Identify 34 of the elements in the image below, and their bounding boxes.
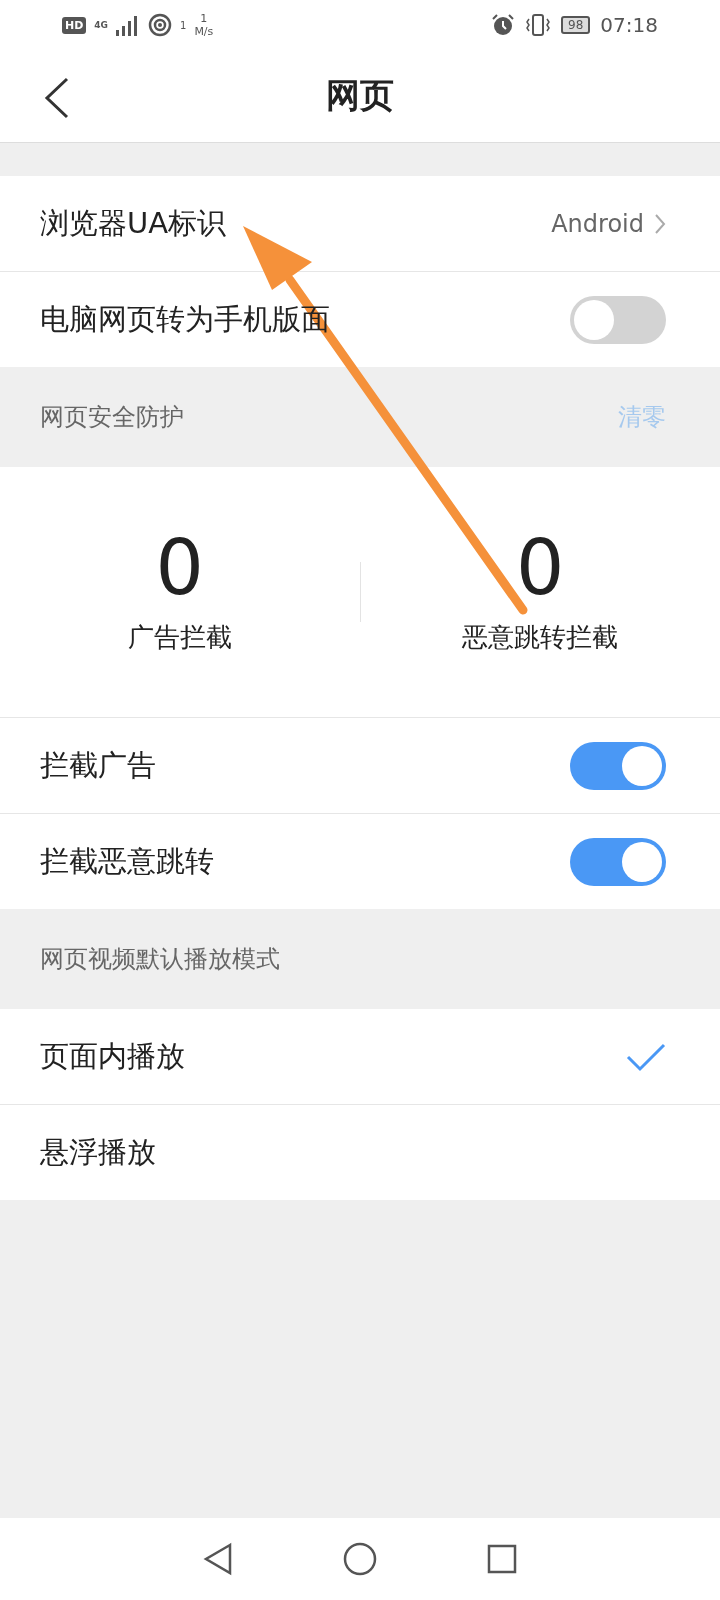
option-row[interactable]: 悬浮播放 xyxy=(0,1105,720,1200)
setting-label: 拦截广告 xyxy=(40,746,157,784)
setting-label: 拦截恶意跳转 xyxy=(40,842,215,880)
setting-value: Android xyxy=(551,209,644,238)
stat-label: 广告拦截 xyxy=(127,620,232,654)
stat-count: 0 xyxy=(516,529,565,606)
back-icon[interactable] xyxy=(44,77,70,119)
option-label: 页面内播放 xyxy=(40,1037,186,1075)
stat-count: 0 xyxy=(155,529,204,606)
vibrate-icon xyxy=(525,13,552,37)
battery-indicator: 98 xyxy=(561,16,591,34)
home-circle-icon[interactable] xyxy=(343,1542,377,1576)
toggle-switch[interactable] xyxy=(570,295,666,344)
back-triangle-icon[interactable] xyxy=(203,1542,233,1576)
signal-icon xyxy=(116,14,140,36)
speed-value: 1 xyxy=(200,12,208,25)
speed-unit: M/s xyxy=(194,25,214,38)
page-title: 网页 xyxy=(326,74,394,117)
hotspot-count: 1 xyxy=(180,20,187,31)
checkmark-icon xyxy=(626,1041,666,1072)
toggle-switch[interactable] xyxy=(570,741,666,790)
hotspot-icon xyxy=(148,13,172,37)
recents-square-icon[interactable] xyxy=(487,1544,517,1574)
section-title: 网页安全防护 xyxy=(40,402,185,433)
hd-badge: HD xyxy=(62,16,87,34)
clock-time: 07:18 xyxy=(600,13,658,37)
toggle-switch[interactable] xyxy=(570,837,666,886)
alarm-icon xyxy=(491,13,516,37)
stat-label: 恶意跳转拦截 xyxy=(462,620,619,654)
section-title: 网页视频默认播放模式 xyxy=(40,944,281,975)
option-row[interactable]: 页面内播放 xyxy=(0,1009,720,1105)
option-label: 悬浮播放 xyxy=(40,1133,157,1171)
network-label: 4G xyxy=(94,20,108,30)
setting-label: 浏览器UA标识 xyxy=(40,204,228,242)
